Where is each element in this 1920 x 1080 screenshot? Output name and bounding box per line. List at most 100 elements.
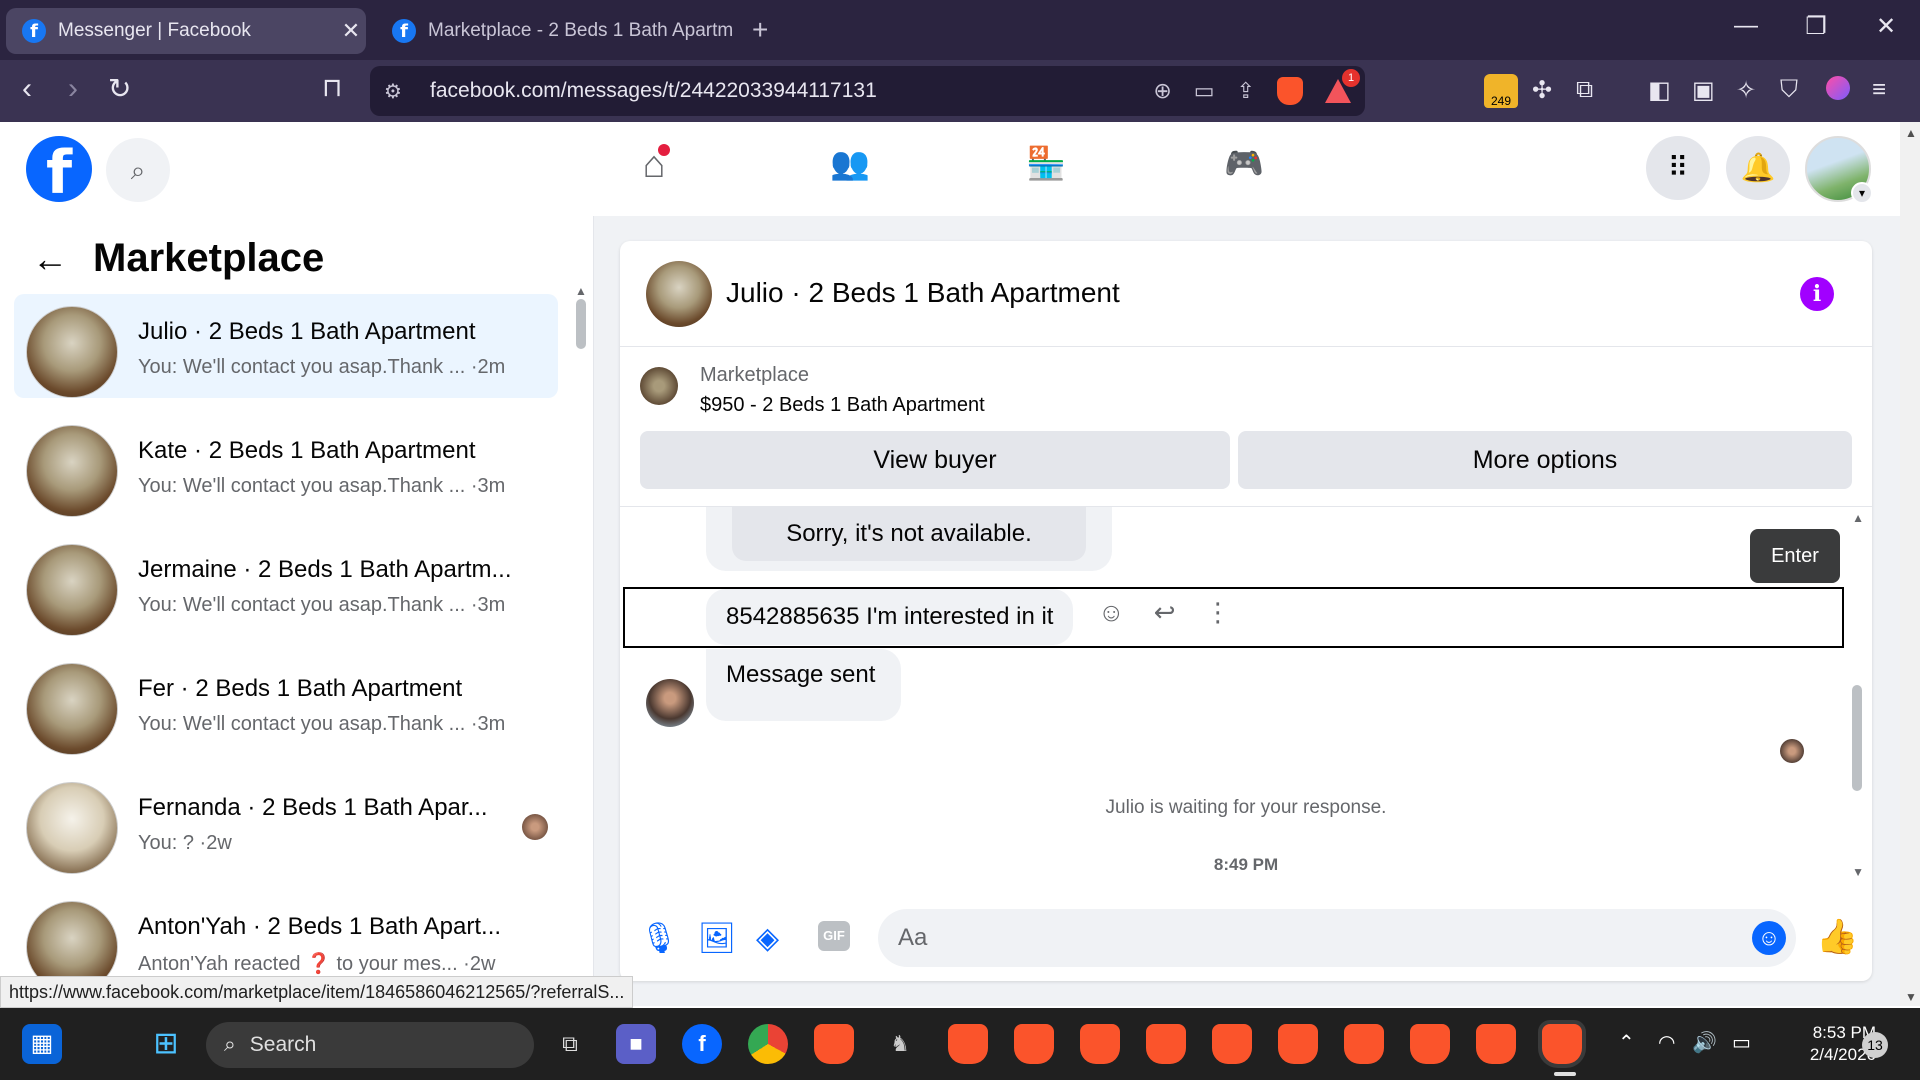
scroll-up-arrow-icon[interactable]: ▲ [1905,126,1917,140]
share-icon[interactable]: ⇪ [1237,78,1255,104]
microphone-icon[interactable]: 🎙 [640,921,678,956]
vpn-icon[interactable]: ⛉ [1780,76,1798,104]
brave-profile-icon[interactable] [1146,1024,1186,1064]
zoom-icon[interactable]: ⊕ [1153,78,1171,104]
facebook-logo-icon[interactable]: f [26,136,92,208]
cast-icon[interactable]: ▭ [1194,78,1215,104]
facebook-app-icon[interactable]: f [682,1024,722,1064]
brave-profile-icon[interactable] [1476,1024,1516,1064]
message-input[interactable]: Aa [878,909,1796,967]
wallet-icon[interactable]: ▣ [1692,76,1715,105]
close-window-icon[interactable]: ✕ [1866,12,1906,41]
chevron-up-icon[interactable]: ⌃ [1618,1030,1635,1055]
listing-price[interactable]: $950 - 2 Beds 1 Bath Apartment [700,394,985,417]
close-tab-icon[interactable]: ✕ [336,18,366,44]
conversation-item[interactable]: Julio · 2 Beds 1 Bath Apartment You: We'… [14,294,558,398]
app-icon[interactable]: ♞ [880,1024,920,1064]
sticker-icon[interactable]: ◈ [756,921,779,956]
thumbs-up-icon[interactable]: 👍 [1816,917,1858,957]
chat-title[interactable]: Julio · 2 Beds 1 Bath Apartment [726,277,1120,309]
tab-marketplace[interactable]: f Marketplace - 2 Beds 1 Bath Apartme [376,8,734,54]
profile-icon[interactable] [1826,76,1850,100]
marketplace-icon[interactable]: 🏪 [1016,144,1076,194]
restore-icon[interactable]: ❐ [1796,12,1836,41]
brave-icon[interactable] [814,1024,854,1064]
task-view-icon[interactable]: ⧉ [550,1024,590,1064]
scroll-up-arrow-icon[interactable]: ▲ [575,284,587,298]
brave-rewards-icon[interactable]: 1 [1325,69,1360,103]
reply-arrow-icon[interactable]: ↩ [1154,597,1176,627]
extension-lock-icon[interactable]: 249 [1484,74,1518,108]
message-bubble[interactable]: Message sent [706,649,902,721]
new-tab-button[interactable]: + [752,14,768,46]
quoted-reply[interactable]: Sorry, it's not available. [732,507,1086,561]
brave-profile-icon[interactable] [1278,1024,1318,1064]
extensions-icon[interactable]: ✣ [1532,76,1552,105]
leo-ai-icon[interactable]: ✧ [1736,76,1756,105]
brave-profile-icon[interactable] [1212,1024,1252,1064]
view-buyer-button[interactable]: View buyer [640,431,1230,489]
more-options-button[interactable]: More options [1238,431,1852,489]
photo-icon[interactable]: 🖼 [698,921,736,956]
emoji-icon[interactable]: ☺ [1752,921,1786,955]
brave-profile-icon[interactable] [948,1024,988,1064]
menu-grid-icon[interactable]: ⠿ [1646,136,1710,200]
info-icon[interactable]: i [1800,277,1834,311]
friends-icon[interactable]: 👥 [820,144,880,194]
minimize-icon[interactable]: — [1726,12,1766,40]
message-timestamp: 8:49 PM [1213,855,1279,874]
teams-icon[interactable]: ■ [616,1024,656,1064]
notification-count-badge[interactable]: 13 [1862,1032,1888,1058]
back-icon[interactable]: ‹ [22,72,32,106]
conversation-list-scrollbar[interactable] [576,299,586,349]
address-bar[interactable]: ⚙ facebook.com/messages/t/24422033944117… [370,66,1365,116]
reader-icon[interactable]: ⧉ [1576,76,1593,104]
home-icon[interactable]: ⌂ [624,144,684,194]
listing-thumbnail[interactable] [640,367,678,405]
reload-icon[interactable]: ↻ [108,72,131,105]
brave-profile-icon[interactable] [1080,1024,1120,1064]
windows-start-icon[interactable]: ⊞ [146,1024,186,1064]
search-icon[interactable]: ⌕ [106,138,170,202]
chat-avatar[interactable] [646,261,712,327]
sidebar-icon[interactable]: ◧ [1648,76,1671,105]
more-vertical-icon[interactable]: ⋮ [1205,597,1231,627]
brave-profile-icon[interactable] [1014,1024,1054,1064]
scroll-down-arrow-icon[interactable]: ▼ [1852,865,1864,879]
battery-icon[interactable]: ▭ [1732,1030,1751,1055]
menu-icon[interactable]: ≡ [1872,76,1886,104]
notifications-bell-icon[interactable]: 🔔 [1726,136,1790,200]
conversation-snippet: You: ? ·2w [138,832,232,854]
volume-icon[interactable]: 🔊 [1692,1030,1717,1055]
widgets-icon[interactable]: ▦ [22,1024,62,1064]
sender-avatar[interactable] [646,679,694,727]
brave-profile-icon[interactable] [1344,1024,1384,1064]
wifi-icon[interactable]: ◠ [1658,1030,1675,1055]
scroll-up-arrow-icon[interactable]: ▲ [1852,511,1864,525]
back-arrow-icon[interactable]: ← [32,238,68,280]
chrome-icon[interactable] [748,1024,788,1064]
taskbar-search[interactable]: ⌕ Search [206,1022,534,1068]
gif-icon[interactable]: GIF [818,921,850,951]
conversation-item[interactable]: Kate · 2 Beds 1 Bath Apartment You: We'l… [14,413,558,517]
seen-avatar [522,814,548,840]
brave-profile-icon[interactable] [1410,1024,1450,1064]
conversation-item[interactable]: Fer · 2 Beds 1 Bath Apartment You: We'll… [14,651,558,755]
message-thread: Sorry, it's not available. Enter 8542885… [620,507,1872,891]
conversation-item[interactable]: Fernanda · 2 Beds 1 Bath Apar... You: ? … [14,770,558,874]
thread-scrollbar[interactable] [1852,685,1862,791]
bookmark-icon[interactable]: ⊓ [322,72,342,103]
brave-shields-icon[interactable] [1277,77,1303,105]
gaming-icon[interactable]: 🎮 [1214,144,1274,194]
react-smiley-icon[interactable]: ☺ [1098,597,1125,627]
brave-active-icon[interactable] [1542,1024,1582,1064]
conversation-item[interactable]: Jermaine · 2 Beds 1 Bath Apartm... You: … [14,532,558,636]
site-settings-icon[interactable]: ⚙ [384,79,410,104]
forward-icon[interactable]: › [68,72,78,106]
account-avatar[interactable]: ▾ [1805,136,1873,204]
tab-messenger[interactable]: f Messenger | Facebook ✕ [6,8,366,54]
browser-tab-bar: f Messenger | Facebook ✕ f Marketplace -… [0,0,1920,60]
page-scrollbar[interactable]: ▲ ▼ [1900,122,1920,1006]
message-bubble[interactable]: 8542885635 I'm interested in it [706,589,1074,645]
scroll-down-arrow-icon[interactable]: ▼ [1905,990,1917,1004]
